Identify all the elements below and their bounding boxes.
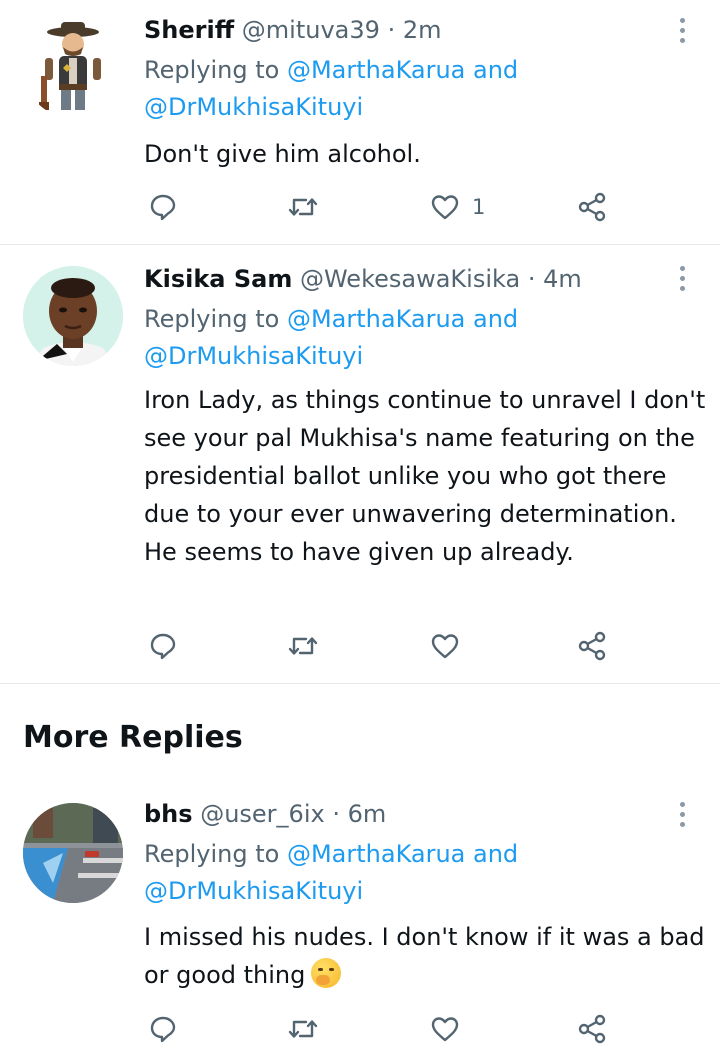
tweet-header: Sheriff @mituva39 · 2m — [144, 15, 442, 45]
reply-button[interactable] — [148, 1012, 178, 1046]
timestamp[interactable]: 6m — [348, 800, 387, 828]
tweet-text: Don't give him alcohol. — [144, 140, 421, 168]
mention-link[interactable]: @MarthaKarua — [287, 56, 465, 84]
share-button[interactable] — [576, 1012, 608, 1046]
cowboy-avatar-icon — [39, 22, 101, 110]
replying-prefix: Replying to — [144, 840, 280, 868]
replying-to-line2: @DrMukhisaKituyi — [144, 873, 363, 910]
mention-link[interactable]: @DrMukhisaKituyi — [144, 877, 363, 905]
mention-link[interactable]: @MarthaKarua — [287, 305, 465, 333]
separator-dot: · — [527, 265, 536, 293]
author-name[interactable]: Sheriff — [144, 16, 234, 44]
avatar[interactable] — [23, 266, 123, 366]
avatar[interactable] — [23, 803, 123, 903]
author-name[interactable]: bhs — [144, 800, 193, 828]
heart-icon — [431, 1017, 459, 1042]
tweet-header: Kisika Sam @WekesawaKisika · 4m — [144, 264, 582, 294]
heart-icon — [431, 634, 459, 659]
replying-to-line2: @DrMukhisaKituyi — [144, 89, 363, 126]
author-handle[interactable]: @user_6ix — [200, 800, 325, 828]
separator-dot: · — [332, 800, 340, 828]
tweet-text: Iron Lady, as things continue to unravel… — [144, 386, 706, 566]
replying-prefix: Replying to — [144, 305, 280, 333]
timestamp[interactable]: 2m — [403, 16, 442, 44]
face-with-hand-over-mouth-emoji-icon — [311, 958, 342, 988]
retweet-icon — [288, 1020, 318, 1038]
more-vertical-icon[interactable] — [672, 15, 692, 45]
tweet-sheriff[interactable]: Sheriff @mituva39 · 2m Replying to @Mart… — [0, 0, 720, 244]
tweet-bhs[interactable]: bhs @user_6ix · 6m Replying to @MarthaKa… — [0, 784, 720, 1053]
and-text[interactable]: and — [473, 56, 518, 84]
tweet-actions: 1 — [144, 190, 624, 224]
replying-to: Replying to @MarthaKarua and — [144, 836, 518, 873]
replying-prefix: Replying to — [144, 56, 280, 84]
author-handle[interactable]: @WekesawaKisika — [300, 265, 520, 293]
retweet-icon — [288, 637, 318, 655]
share-icon — [578, 192, 606, 222]
more-vertical-icon[interactable] — [672, 263, 692, 293]
mention-link[interactable]: @DrMukhisaKituyi — [144, 93, 363, 121]
and-text[interactable]: and — [473, 305, 518, 333]
timestamp[interactable]: 4m — [543, 265, 582, 293]
reply-button[interactable] — [148, 629, 178, 663]
tweet-text-container: I missed his nudes. I don't know if it w… — [144, 918, 709, 994]
like-count: 1 — [472, 195, 486, 219]
more-vertical-icon[interactable] — [672, 799, 692, 829]
retweet-icon — [288, 198, 318, 216]
share-button[interactable] — [576, 629, 608, 663]
share-icon — [578, 631, 606, 661]
retweet-button[interactable] — [286, 1012, 320, 1046]
replying-to: Replying to @MarthaKarua and — [144, 52, 518, 89]
tweet-header: bhs @user_6ix · 6m — [144, 799, 386, 829]
tweet-text: I missed his nudes. I don't know if it w… — [144, 923, 705, 989]
divider — [0, 683, 720, 684]
mention-link[interactable]: @DrMukhisaKituyi — [144, 342, 363, 370]
share-icon — [578, 1014, 606, 1044]
person-avatar-icon — [23, 266, 123, 366]
like-button[interactable] — [430, 1012, 460, 1046]
retweet-button[interactable] — [286, 629, 320, 663]
tweet-kisika-sam[interactable]: Kisika Sam @WekesawaKisika · 4m Replying… — [0, 245, 720, 683]
reply-icon — [150, 194, 176, 221]
heart-icon — [431, 195, 459, 220]
mention-link[interactable]: @MarthaKarua — [287, 840, 465, 868]
and-text[interactable]: and — [473, 840, 518, 868]
reply-button[interactable] — [148, 190, 178, 224]
avatar[interactable] — [23, 18, 123, 118]
separator-dot: · — [387, 16, 396, 44]
retweet-button[interactable] — [286, 190, 320, 224]
tweet-actions — [144, 629, 624, 663]
like-button[interactable] — [430, 629, 460, 663]
author-name[interactable]: Kisika Sam — [144, 265, 292, 293]
replying-to: Replying to @MarthaKarua and — [144, 301, 518, 338]
author-handle[interactable]: @mituva39 — [242, 16, 380, 44]
like-button[interactable]: 1 — [430, 190, 485, 224]
share-button[interactable] — [576, 190, 608, 224]
reply-icon — [150, 633, 176, 660]
tweet-actions — [144, 1012, 624, 1046]
street-photo-avatar-icon — [23, 803, 123, 903]
reply-icon — [150, 1016, 176, 1043]
replying-to-line2: @DrMukhisaKituyi — [144, 338, 363, 375]
section-title: More Replies — [23, 720, 243, 755]
